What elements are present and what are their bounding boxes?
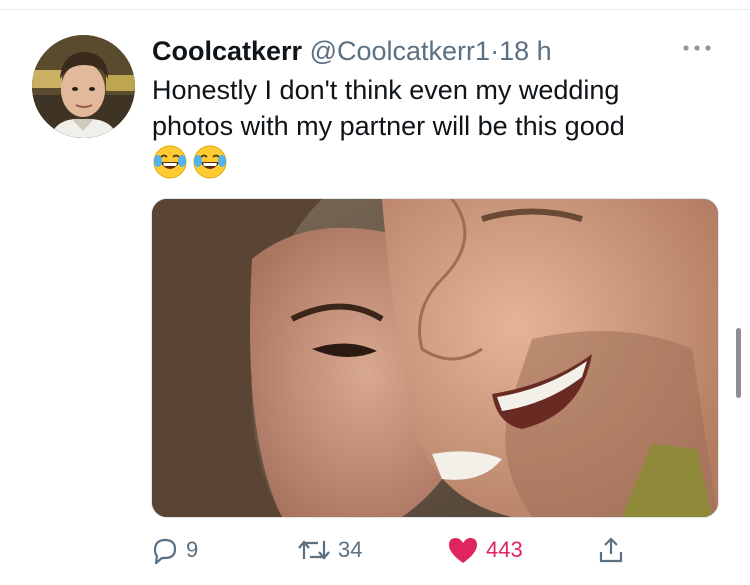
reply-button[interactable]: 9: [150, 532, 198, 568]
share-button[interactable]: [596, 532, 626, 568]
tweet-actions: 9 34 443: [150, 532, 650, 568]
top-divider: [0, 9, 750, 10]
heart-icon: [449, 538, 477, 563]
face-with-tears-of-joy-icon: [152, 144, 188, 180]
retweet-count: 34: [338, 537, 363, 562]
avatar[interactable]: [32, 35, 135, 138]
scrollbar[interactable]: [736, 328, 741, 398]
more-dots-icon[interactable]: [676, 34, 720, 66]
like-count: 443: [486, 537, 523, 562]
retweet-icon: [298, 540, 330, 560]
timestamp[interactable]: 18 h: [499, 36, 552, 66]
emoji-row: [152, 144, 232, 184]
retweet-button[interactable]: 34: [296, 532, 362, 568]
tweet-text: Honestly I don't think even my wedding p…: [152, 75, 625, 141]
separator: ·: [490, 36, 500, 66]
like-button[interactable]: 443: [446, 532, 523, 568]
reply-icon: [153, 538, 177, 565]
share-icon: [599, 537, 623, 563]
user-handle[interactable]: @Coolcatkerr1: [310, 36, 490, 66]
tweet-header: Coolcatkerr @Coolcatkerr1·18 h: [152, 34, 720, 74]
tweet-photo[interactable]: [151, 198, 719, 518]
reply-count: 9: [186, 537, 199, 562]
display-name[interactable]: Coolcatkerr: [152, 36, 302, 66]
face-with-tears-of-joy-icon: [192, 144, 228, 180]
